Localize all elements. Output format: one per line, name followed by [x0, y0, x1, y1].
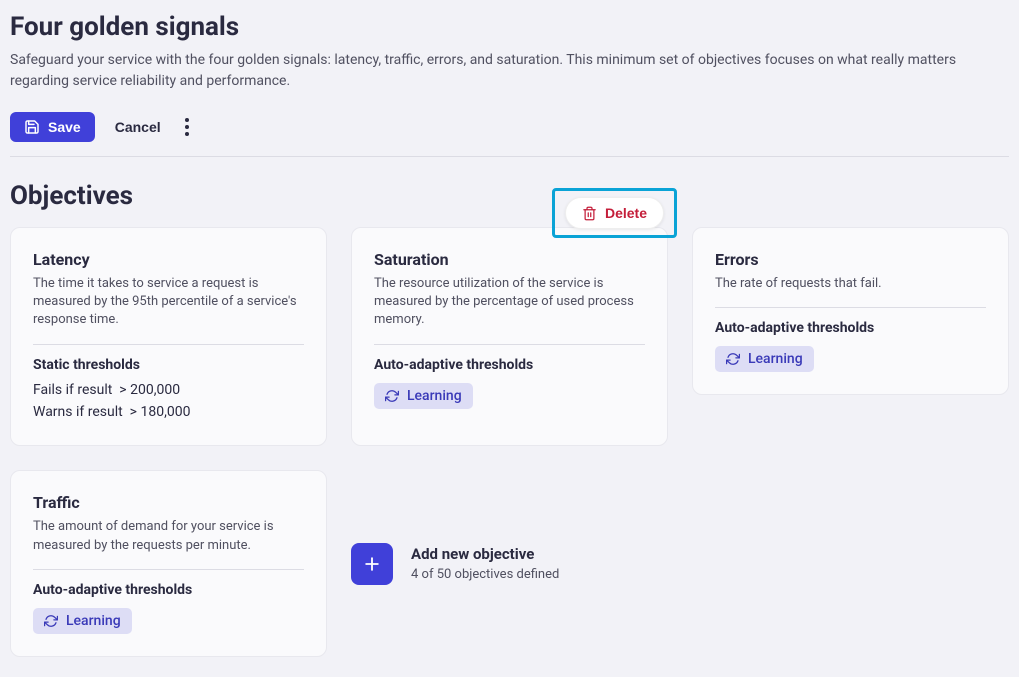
- card-title: Errors: [715, 250, 986, 269]
- threshold-type: Auto-adaptive thresholds: [715, 320, 986, 336]
- badge-label: Learning: [66, 613, 121, 629]
- divider: [33, 344, 304, 345]
- divider: [715, 307, 986, 308]
- save-label: Save: [48, 119, 81, 135]
- card-title: Latency: [33, 250, 304, 269]
- delete-popup: Delete: [552, 188, 677, 238]
- objective-card-errors[interactable]: Errors The rate of requests that fail. A…: [692, 227, 1009, 395]
- add-objective-title: Add new objective: [411, 545, 559, 563]
- page-description: Safeguard your service with the four gol…: [10, 50, 1009, 92]
- toolbar: Save Cancel: [10, 112, 1009, 157]
- plus-icon: [362, 554, 382, 574]
- threshold-type: Auto-adaptive thresholds: [33, 582, 304, 598]
- badge-label: Learning: [407, 388, 462, 404]
- more-menu-button[interactable]: [181, 114, 193, 140]
- refresh-icon: [726, 352, 740, 366]
- fails-threshold: Fails if result > 200,000: [33, 379, 304, 401]
- card-title: Saturation: [374, 250, 645, 269]
- add-objective-subtitle: 4 of 50 objectives defined: [411, 567, 559, 582]
- card-description: The rate of requests that fail.: [715, 275, 986, 293]
- cancel-button[interactable]: Cancel: [115, 119, 161, 135]
- divider: [374, 344, 645, 345]
- save-button[interactable]: Save: [10, 112, 95, 142]
- card-description: The amount of demand for your service is…: [33, 518, 304, 554]
- objective-card-traffic[interactable]: Traffic The amount of demand for your se…: [10, 470, 327, 656]
- badge-label: Learning: [748, 351, 803, 367]
- card-description: The time it takes to service a request i…: [33, 275, 304, 330]
- trash-icon: [582, 206, 597, 221]
- card-description: The resource utilization of the service …: [374, 275, 645, 330]
- threshold-type: Static thresholds: [33, 357, 304, 373]
- card-title: Traffic: [33, 493, 304, 512]
- page-title: Four golden signals: [10, 12, 1009, 42]
- add-objective-cell: Add new objective 4 of 50 objectives def…: [351, 470, 668, 656]
- warns-threshold: Warns if result > 180,000: [33, 401, 304, 423]
- learning-badge: Learning: [715, 346, 814, 372]
- threshold-type: Auto-adaptive thresholds: [374, 357, 645, 373]
- add-objective-button[interactable]: [351, 543, 393, 585]
- refresh-icon: [44, 614, 58, 628]
- save-icon: [24, 119, 40, 135]
- section-title-objectives: Objectives: [10, 181, 1009, 211]
- objective-card-saturation[interactable]: Delete Saturation The resource utilizati…: [351, 227, 668, 446]
- objective-card-latency[interactable]: Latency The time it takes to service a r…: [10, 227, 327, 446]
- delete-button[interactable]: Delete: [565, 197, 664, 229]
- objectives-grid: Latency The time it takes to service a r…: [10, 227, 1009, 657]
- learning-badge: Learning: [33, 608, 132, 634]
- delete-label: Delete: [605, 205, 647, 221]
- learning-badge: Learning: [374, 383, 473, 409]
- refresh-icon: [385, 389, 399, 403]
- divider: [33, 569, 304, 570]
